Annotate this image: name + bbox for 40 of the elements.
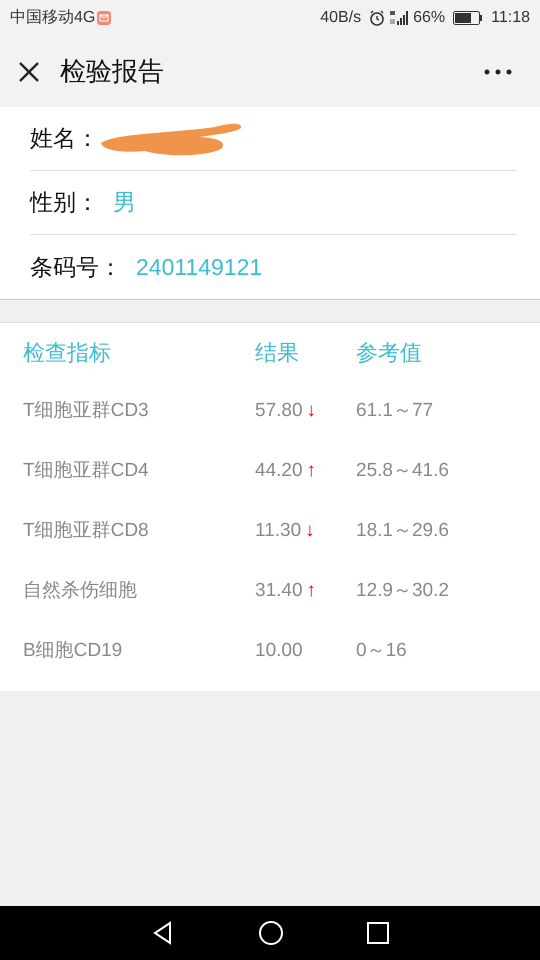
field-value: 2401149121	[136, 252, 262, 282]
trend-arrow: ↑	[306, 578, 316, 603]
message-icon	[97, 11, 112, 25]
table-cell-text: 自然杀伤细胞	[22, 578, 138, 603]
network-speed: 40B/s	[320, 8, 362, 28]
clock-time: 11:18	[491, 8, 530, 28]
table-cell-text: 61.1～77	[356, 398, 434, 423]
table-cell-text: 31.40	[255, 578, 303, 603]
trend-arrow: ↓	[306, 398, 316, 423]
page-title: 检验报告	[60, 55, 164, 88]
carrier-name: 中国移动4G	[10, 8, 96, 28]
close-icon[interactable]	[18, 60, 40, 82]
table-cell-text: 44.20	[255, 458, 303, 483]
field-label: 条码号：	[30, 252, 122, 282]
column-header: 结果	[255, 338, 300, 366]
table-cell-text: 57.80	[255, 398, 303, 423]
table-cell-text: B细胞CD19	[22, 638, 124, 663]
field-label: 性别：	[30, 188, 99, 218]
signal-icon	[389, 10, 410, 26]
table-cell-text: T细胞亚群CD8	[22, 518, 150, 543]
column-header: 检查指标	[22, 338, 112, 366]
field-value: 男	[113, 188, 136, 218]
more-icon[interactable]	[484, 68, 512, 74]
table-cell-text: T细胞亚群CD4	[22, 458, 150, 483]
table-cell-text: 18.1～29.6	[356, 518, 450, 543]
table-cell-text: 12.9～30.2	[356, 578, 450, 603]
alarm-icon	[369, 10, 386, 26]
table-cell-text: 11.30	[255, 518, 302, 543]
table-cell-text: 10.00	[255, 638, 303, 663]
column-header: 参考值	[356, 338, 423, 366]
table-cell-text: T细胞亚群CD3	[22, 398, 150, 423]
field-label: 姓名：	[30, 124, 99, 154]
table-cell-text: 25.8～41.6	[356, 458, 450, 483]
battery-icon	[453, 11, 484, 25]
recents-icon[interactable]	[366, 922, 389, 944]
trend-arrow: ↑	[306, 458, 316, 483]
table-cell-text: 0～16	[356, 638, 408, 663]
home-icon[interactable]	[258, 920, 284, 946]
trend-arrow: ↓	[305, 518, 315, 543]
battery-percent: 66%	[413, 8, 446, 28]
